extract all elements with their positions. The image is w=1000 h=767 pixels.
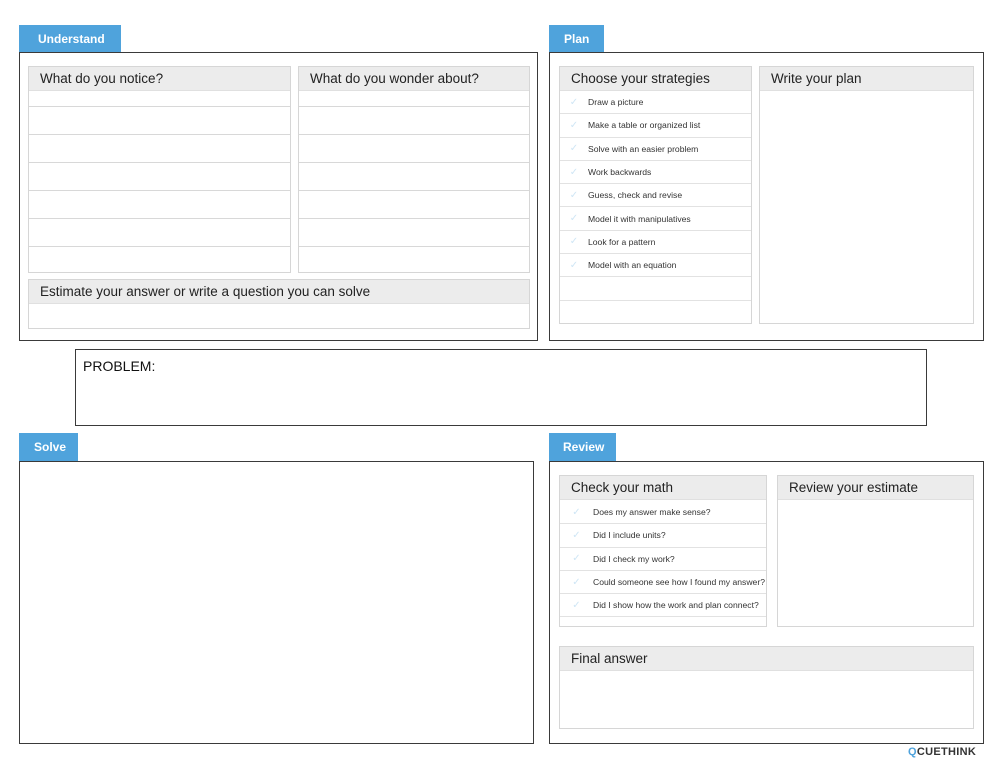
logo-cue: CUE [916, 746, 941, 758]
tab-plan[interactable]: Plan [549, 25, 604, 53]
checkmark-icon: ✓ [569, 236, 579, 248]
check-item[interactable]: ✓ Did I check my work? [560, 548, 766, 571]
wonder-lines [299, 91, 529, 272]
strategy-item[interactable]: ✓ Work backwards [560, 161, 751, 185]
checkmark-icon: ✓ [572, 576, 581, 588]
notice-lines [29, 91, 290, 272]
strategy-item[interactable]: ✓ Draw a picture [560, 91, 751, 115]
tab-solve[interactable]: Solve [19, 433, 78, 461]
strategy-item[interactable]: ✓ Model with an equation [560, 254, 751, 278]
checkmark-icon: ✓ [569, 213, 579, 225]
notice-panel[interactable]: What do you notice? [28, 66, 291, 273]
strategies-list: ✓ Draw a picture ✓ Make a table or organiz… [560, 91, 751, 302]
checkmark-icon: ✓ [572, 529, 581, 541]
problem-label: PROBLEM: [83, 358, 156, 374]
check-math-title: Check your math [560, 476, 766, 500]
notice-title: What do you notice? [29, 67, 290, 91]
check-item[interactable]: ✓ Could someone see how I found my answer… [560, 571, 766, 595]
strategy-blank-row[interactable] [560, 277, 751, 302]
strategy-item[interactable]: ✓ Make a table or organized list [560, 114, 751, 138]
checkmark-icon: ✓ [569, 166, 579, 178]
strategies-panel: Choose your strategies ✓ Draw a picture ✓… [559, 66, 752, 324]
write-plan-title: Write your plan [760, 67, 973, 91]
final-answer-panel[interactable]: Final answer [559, 646, 974, 729]
tab-understand[interactable]: Understand [19, 25, 121, 53]
checkmark-icon: ✓ [569, 143, 579, 155]
checkmark-icon: ✓ [569, 189, 579, 201]
checkmark-icon: ✓ [569, 119, 579, 131]
estimate-title: Estimate your answer or write a question… [29, 280, 529, 304]
write-plan-panel[interactable]: Write your plan [759, 66, 974, 324]
review-estimate-title: Review your estimate [778, 476, 973, 500]
wonder-panel[interactable]: What do you wonder about? [298, 66, 530, 273]
review-estimate-panel[interactable]: Review your estimate [777, 475, 974, 627]
strategies-title: Choose your strategies [560, 67, 751, 91]
check-math-list: ✓ Does my answer make sense? ✓ Did I inclu… [560, 500, 766, 618]
checkmark-icon: ✓ [572, 599, 581, 611]
logo-q-mark: Q [908, 746, 917, 758]
review-frame: Check your math ✓ Does my answer make sen… [549, 461, 984, 744]
checkmark-icon: ✓ [569, 96, 579, 108]
strategy-item[interactable]: ✓ Solve with an easier problem [560, 138, 751, 161]
final-answer-title: Final answer [560, 647, 973, 671]
logo-think: THINK [940, 746, 977, 758]
check-item[interactable]: ✓ Does my answer make sense? [560, 501, 766, 525]
tab-review[interactable]: Review [549, 433, 616, 461]
strategy-item[interactable]: ✓ Look for a pattern [560, 231, 751, 255]
estimate-panel[interactable]: Estimate your answer or write a question… [28, 279, 530, 329]
check-math-panel: Check your math ✓ Does my answer make sen… [559, 475, 767, 627]
wonder-title: What do you wonder about? [299, 67, 529, 91]
checkmark-icon: ✓ [569, 259, 579, 271]
check-item[interactable]: ✓ Did I show how the work and plan connec… [560, 594, 766, 618]
strategy-item[interactable]: ✓ Model it with manipulatives [560, 207, 751, 231]
check-item[interactable]: ✓ Did I include units? [560, 524, 766, 548]
cuethink-logo: QCUETHINK [908, 745, 976, 759]
problem-box[interactable]: PROBLEM: [75, 349, 927, 426]
checkmark-icon: ✓ [572, 506, 581, 518]
strategy-item[interactable]: ✓ Guess, check and revise [560, 184, 751, 208]
plan-frame: Choose your strategies ✓ Draw a picture ✓… [549, 52, 984, 341]
checkmark-icon: ✓ [572, 553, 581, 565]
understand-frame: What do you notice? What do you wonder a… [19, 52, 538, 341]
solve-workspace[interactable] [19, 461, 534, 744]
